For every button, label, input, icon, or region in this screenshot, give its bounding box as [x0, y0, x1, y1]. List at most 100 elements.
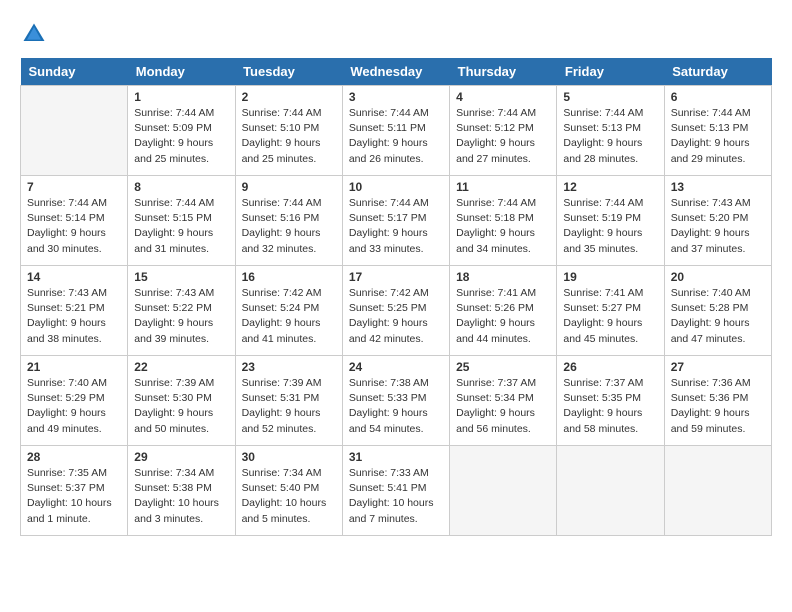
- day-number: 10: [349, 180, 443, 194]
- calendar-week-row: 14 Sunrise: 7:43 AM Sunset: 5:21 PM Dayli…: [21, 266, 772, 356]
- day-info: Sunrise: 7:36 AM Sunset: 5:36 PM Dayligh…: [671, 376, 765, 437]
- day-info: Sunrise: 7:39 AM Sunset: 5:30 PM Dayligh…: [134, 376, 228, 437]
- day-info: Sunrise: 7:44 AM Sunset: 5:17 PM Dayligh…: [349, 196, 443, 257]
- calendar-cell: 21 Sunrise: 7:40 AM Sunset: 5:29 PM Dayli…: [21, 356, 128, 446]
- calendar-cell: 31 Sunrise: 7:33 AM Sunset: 5:41 PM Dayli…: [342, 446, 449, 536]
- calendar-cell: 18 Sunrise: 7:41 AM Sunset: 5:26 PM Dayli…: [450, 266, 557, 356]
- calendar-cell: 6 Sunrise: 7:44 AM Sunset: 5:13 PM Daylig…: [664, 86, 771, 176]
- day-info: Sunrise: 7:44 AM Sunset: 5:12 PM Dayligh…: [456, 106, 550, 167]
- day-info: Sunrise: 7:44 AM Sunset: 5:14 PM Dayligh…: [27, 196, 121, 257]
- weekday-header-saturday: Saturday: [664, 58, 771, 86]
- day-info: Sunrise: 7:38 AM Sunset: 5:33 PM Dayligh…: [349, 376, 443, 437]
- day-info: Sunrise: 7:37 AM Sunset: 5:35 PM Dayligh…: [563, 376, 657, 437]
- calendar-cell: 24 Sunrise: 7:38 AM Sunset: 5:33 PM Dayli…: [342, 356, 449, 446]
- day-number: 29: [134, 450, 228, 464]
- calendar-week-row: 7 Sunrise: 7:44 AM Sunset: 5:14 PM Daylig…: [21, 176, 772, 266]
- day-info: Sunrise: 7:44 AM Sunset: 5:13 PM Dayligh…: [671, 106, 765, 167]
- day-info: Sunrise: 7:39 AM Sunset: 5:31 PM Dayligh…: [242, 376, 336, 437]
- weekday-header-friday: Friday: [557, 58, 664, 86]
- day-info: Sunrise: 7:44 AM Sunset: 5:15 PM Dayligh…: [134, 196, 228, 257]
- calendar-cell: 5Sunrise: 7:44 AM Sunset: 5:13 PM Daylig…: [557, 86, 664, 176]
- calendar-week-row: 28Sunrise: 7:35 AM Sunset: 5:37 PM Dayli…: [21, 446, 772, 536]
- day-info: Sunrise: 7:37 AM Sunset: 5:34 PM Dayligh…: [456, 376, 550, 437]
- page-header: [20, 20, 772, 48]
- calendar-cell: 8 Sunrise: 7:44 AM Sunset: 5:15 PM Daylig…: [128, 176, 235, 266]
- calendar-cell: 12 Sunrise: 7:44 AM Sunset: 5:19 PM Dayli…: [557, 176, 664, 266]
- calendar-cell: 1 Sunrise: 7:44 AM Sunset: 5:09 PM Daylig…: [128, 86, 235, 176]
- day-info: Sunrise: 7:44 AM Sunset: 5:16 PM Dayligh…: [242, 196, 336, 257]
- calendar-cell: 11 Sunrise: 7:44 AM Sunset: 5:18 PM Dayli…: [450, 176, 557, 266]
- calendar-cell: 7 Sunrise: 7:44 AM Sunset: 5:14 PM Daylig…: [21, 176, 128, 266]
- day-number: 11: [456, 180, 550, 194]
- day-number: 9: [242, 180, 336, 194]
- day-number: 6: [671, 90, 765, 104]
- weekday-header-sunday: Sunday: [21, 58, 128, 86]
- weekday-header-tuesday: Tuesday: [235, 58, 342, 86]
- day-number: 24: [349, 360, 443, 374]
- calendar-week-row: 21 Sunrise: 7:40 AM Sunset: 5:29 PM Dayli…: [21, 356, 772, 446]
- calendar-cell: 20 Sunrise: 7:40 AM Sunset: 5:28 PM Dayli…: [664, 266, 771, 356]
- day-number: 5: [563, 90, 657, 104]
- day-info: Sunrise: 7:42 AM Sunset: 5:24 PM Dayligh…: [242, 286, 336, 347]
- calendar-cell: 4 Sunrise: 7:44 AM Sunset: 5:12 PM Daylig…: [450, 86, 557, 176]
- day-number: 4: [456, 90, 550, 104]
- day-number: 20: [671, 270, 765, 284]
- calendar-table: SundayMondayTuesdayWednesdayThursdayFrid…: [20, 58, 772, 536]
- day-info: Sunrise: 7:40 AM Sunset: 5:29 PM Dayligh…: [27, 376, 121, 437]
- day-info: Sunrise: 7:44 AM Sunset: 5:18 PM Dayligh…: [456, 196, 550, 257]
- calendar-week-row: 1 Sunrise: 7:44 AM Sunset: 5:09 PM Daylig…: [21, 86, 772, 176]
- day-number: 8: [134, 180, 228, 194]
- calendar-cell: 9 Sunrise: 7:44 AM Sunset: 5:16 PM Daylig…: [235, 176, 342, 266]
- weekday-header-thursday: Thursday: [450, 58, 557, 86]
- day-number: 3: [349, 90, 443, 104]
- day-number: 18: [456, 270, 550, 284]
- weekday-header-row: SundayMondayTuesdayWednesdayThursdayFrid…: [21, 58, 772, 86]
- day-number: 7: [27, 180, 121, 194]
- day-number: 31: [349, 450, 443, 464]
- day-info: Sunrise: 7:40 AM Sunset: 5:28 PM Dayligh…: [671, 286, 765, 347]
- day-info: Sunrise: 7:41 AM Sunset: 5:27 PM Dayligh…: [563, 286, 657, 347]
- calendar-cell: 27 Sunrise: 7:36 AM Sunset: 5:36 PM Dayli…: [664, 356, 771, 446]
- day-info: Sunrise: 7:33 AM Sunset: 5:41 PM Dayligh…: [349, 466, 443, 527]
- day-number: 1: [134, 90, 228, 104]
- calendar-cell: 2 Sunrise: 7:44 AM Sunset: 5:10 PM Daylig…: [235, 86, 342, 176]
- day-number: 28: [27, 450, 121, 464]
- calendar-cell: 22 Sunrise: 7:39 AM Sunset: 5:30 PM Dayli…: [128, 356, 235, 446]
- calendar-cell: [664, 446, 771, 536]
- day-number: 2: [242, 90, 336, 104]
- day-info: Sunrise: 7:43 AM Sunset: 5:21 PM Dayligh…: [27, 286, 121, 347]
- calendar-cell: [450, 446, 557, 536]
- calendar-cell: 23Sunrise: 7:39 AM Sunset: 5:31 PM Dayli…: [235, 356, 342, 446]
- calendar-cell: 30Sunrise: 7:34 AM Sunset: 5:40 PM Dayli…: [235, 446, 342, 536]
- calendar-cell: 25 Sunrise: 7:37 AM Sunset: 5:34 PM Dayli…: [450, 356, 557, 446]
- day-number: 14: [27, 270, 121, 284]
- day-info: Sunrise: 7:44 AM Sunset: 5:11 PM Dayligh…: [349, 106, 443, 167]
- day-info: Sunrise: 7:34 AM Sunset: 5:38 PM Dayligh…: [134, 466, 228, 527]
- day-number: 19: [563, 270, 657, 284]
- logo: [20, 20, 52, 48]
- day-number: 26: [563, 360, 657, 374]
- calendar-cell: 19 Sunrise: 7:41 AM Sunset: 5:27 PM Dayli…: [557, 266, 664, 356]
- day-info: Sunrise: 7:34 AM Sunset: 5:40 PM Dayligh…: [242, 466, 336, 527]
- calendar-cell: [557, 446, 664, 536]
- day-info: Sunrise: 7:41 AM Sunset: 5:26 PM Dayligh…: [456, 286, 550, 347]
- day-info: Sunrise: 7:44 AM Sunset: 5:19 PM Dayligh…: [563, 196, 657, 257]
- day-number: 22: [134, 360, 228, 374]
- day-info: Sunrise: 7:43 AM Sunset: 5:20 PM Dayligh…: [671, 196, 765, 257]
- calendar-cell: 16Sunrise: 7:42 AM Sunset: 5:24 PM Dayli…: [235, 266, 342, 356]
- day-number: 25: [456, 360, 550, 374]
- day-info: Sunrise: 7:44 AM Sunset: 5:09 PM Dayligh…: [134, 106, 228, 167]
- day-number: 17: [349, 270, 443, 284]
- day-number: 12: [563, 180, 657, 194]
- calendar-cell: 13Sunrise: 7:43 AM Sunset: 5:20 PM Dayli…: [664, 176, 771, 266]
- day-info: Sunrise: 7:43 AM Sunset: 5:22 PM Dayligh…: [134, 286, 228, 347]
- day-number: 15: [134, 270, 228, 284]
- calendar-cell: 3 Sunrise: 7:44 AM Sunset: 5:11 PM Daylig…: [342, 86, 449, 176]
- day-number: 21: [27, 360, 121, 374]
- weekday-header-wednesday: Wednesday: [342, 58, 449, 86]
- calendar-cell: 15 Sunrise: 7:43 AM Sunset: 5:22 PM Dayli…: [128, 266, 235, 356]
- day-number: 27: [671, 360, 765, 374]
- day-info: Sunrise: 7:44 AM Sunset: 5:10 PM Dayligh…: [242, 106, 336, 167]
- weekday-header-monday: Monday: [128, 58, 235, 86]
- day-info: Sunrise: 7:42 AM Sunset: 5:25 PM Dayligh…: [349, 286, 443, 347]
